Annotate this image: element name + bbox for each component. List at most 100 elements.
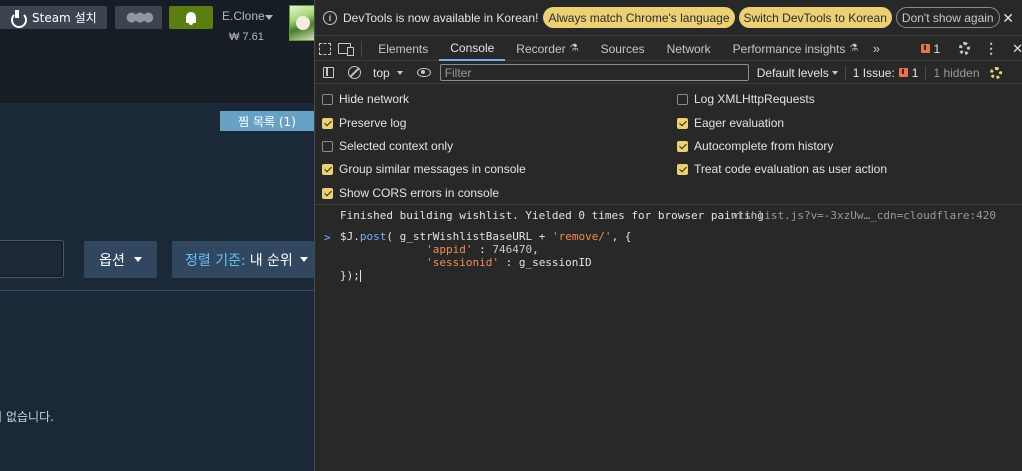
setting-label: Group similar messages in console: [339, 162, 526, 176]
tab-performance-insights[interactable]: Performance insights ⚗: [722, 37, 870, 61]
tab-label: Performance insights: [732, 41, 846, 56]
tab-elements[interactable]: Elements: [367, 37, 439, 61]
tab-recorder[interactable]: Recorder ⚗: [505, 37, 589, 61]
checkbox[interactable]: [322, 187, 333, 199]
setting-label: Treat code evaluation as user action: [694, 162, 888, 176]
checkbox[interactable]: [322, 140, 333, 152]
device-toggle-button[interactable]: [335, 37, 355, 61]
console-input[interactable]: $J.post( g_strWishlistBaseURL + 'remove/…: [340, 230, 631, 282]
code-token: ,: [532, 243, 539, 256]
infobar-message: DevTools is now available in Korean!: [343, 10, 539, 25]
setting-hide-network[interactable]: Hide network: [322, 92, 409, 106]
setting-label: Eager evaluation: [694, 116, 785, 130]
setting-show-cors-errors[interactable]: Show CORS errors in console: [322, 186, 499, 200]
options-label: 옵션: [99, 252, 125, 269]
inspect-button[interactable]: [315, 37, 335, 61]
install-steam-button[interactable]: Steam 설치: [0, 6, 107, 29]
setting-selected-context-only[interactable]: Selected context only: [322, 139, 453, 153]
tab-network[interactable]: Network: [656, 37, 722, 61]
setting-log-xmlhttprequests[interactable]: Log XMLHttpRequests: [677, 92, 815, 106]
code-token: 'remove/': [551, 230, 612, 243]
devtools-tabbar: Elements Console Recorder ⚗ Sources Netwo…: [315, 37, 1022, 61]
checkbox[interactable]: [322, 163, 333, 175]
issues-label: 1 Issue:: [852, 65, 895, 80]
empty-message: 아이템이 없습니다.: [0, 410, 54, 424]
tab-label: Sources: [600, 41, 645, 56]
default-levels-label: Default levels: [756, 65, 829, 80]
eye-icon[interactable]: [416, 68, 431, 77]
tab-label: Network: [666, 41, 711, 56]
issues-badge[interactable]: 1: [921, 42, 940, 56]
sort-button[interactable]: 정렬 기준: 내 순위: [172, 241, 314, 278]
checkbox[interactable]: [322, 93, 333, 105]
default-levels-select[interactable]: Default levels: [757, 66, 838, 80]
console-log-message: Finished building wishlist. Yielded 0 ti…: [340, 209, 764, 222]
account-name[interactable]: E.Clone: [222, 9, 265, 23]
tab-console[interactable]: Console: [439, 37, 506, 61]
prompt-arrow-icon: >: [324, 231, 331, 244]
console-settings: Hide network Log XMLHttpRequests Preserv…: [315, 85, 1022, 205]
setting-eager-evaluation[interactable]: Eager evaluation: [677, 116, 784, 130]
gear-icon[interactable]: [959, 42, 971, 55]
divider: [0, 290, 314, 291]
tab-label: Console: [450, 40, 495, 55]
flask-icon: ⚗: [849, 43, 859, 54]
device-toggle-icon: [338, 43, 355, 56]
issue-flag-icon: [921, 44, 931, 53]
clear-icon[interactable]: [348, 66, 361, 79]
checkbox[interactable]: [677, 140, 688, 152]
notifications-button[interactable]: [169, 6, 213, 29]
install-steam-label: Steam 설치: [32, 11, 97, 25]
avatar[interactable]: [289, 5, 314, 41]
kebab-icon[interactable]: ⋮: [984, 40, 998, 57]
checkbox[interactable]: [677, 163, 688, 175]
sidebar-icon[interactable]: [323, 67, 334, 78]
setting-label: Selected context only: [339, 139, 454, 153]
divider: [844, 65, 846, 80]
devtools-panel: i DevTools is now available in Korean! A…: [314, 0, 1022, 471]
checkbox[interactable]: [322, 117, 333, 129]
setting-label: Hide network: [339, 92, 410, 106]
tab-sources[interactable]: Sources: [590, 37, 656, 61]
setting-treat-as-user-action[interactable]: Treat code evaluation as user action: [677, 162, 887, 176]
close-icon[interactable]: ✕: [1012, 41, 1022, 57]
console-toolbar: top Default levels 1 Issue: 1 1 hidden: [315, 62, 1022, 84]
dont-show-again-button[interactable]: Don't show again: [895, 7, 1000, 28]
match-language-button[interactable]: Always match Chrome's language: [543, 7, 735, 28]
issues-link[interactable]: 1 Issue: 1: [853, 66, 919, 80]
filter-input[interactable]: [439, 64, 749, 81]
sort-value: 내 순위: [249, 252, 293, 269]
bell-icon: [186, 12, 196, 25]
console-log-source-link[interactable]: wishlist.js?v=-3xzUw…_cdn=cloudflare:420: [731, 209, 996, 222]
steam-header: Steam 설치 ●●● E.Clone ₩ 7.61: [0, 0, 314, 103]
console-output[interactable]: Finished building wishlist. Yielded 0 ti…: [315, 206, 1022, 471]
chevron-down-icon: [133, 257, 142, 262]
sort-label: 정렬 기준:: [185, 252, 246, 269]
download-icon: [9, 9, 27, 28]
setting-autocomplete-history[interactable]: Autocomplete from history: [677, 139, 833, 153]
divider: [360, 40, 362, 57]
context-select[interactable]: top: [373, 66, 403, 80]
more-tabs-button[interactable]: »: [869, 41, 883, 56]
code-token: :: [472, 243, 493, 256]
switch-language-button[interactable]: Switch DevTools to Korean: [738, 7, 892, 28]
setting-preserve-log[interactable]: Preserve log: [322, 116, 406, 130]
info-icon: i: [323, 10, 337, 25]
options-button[interactable]: 옵션: [84, 241, 157, 278]
wishlist-tab[interactable]: 찜 목록 (1): [220, 111, 314, 131]
gear-icon[interactable]: [989, 66, 1002, 79]
close-icon[interactable]: ✕: [1002, 10, 1014, 27]
checkbox[interactable]: [677, 93, 688, 105]
checkbox[interactable]: [677, 117, 688, 129]
code-token: 746470: [492, 243, 533, 256]
issues-num: 1: [911, 65, 919, 80]
search-input[interactable]: [0, 240, 64, 278]
inspect-icon: [318, 42, 331, 55]
wallet-balance: ₩ 7.61: [229, 31, 264, 43]
setting-group-similar[interactable]: Group similar messages in console: [322, 162, 526, 176]
friends-button[interactable]: ●●●: [115, 6, 162, 29]
chevron-down-icon[interactable]: [265, 15, 273, 20]
issue-flag-icon: [898, 68, 908, 77]
text-cursor: [359, 270, 361, 282]
language-infobar: i DevTools is now available in Korean! A…: [315, 0, 1022, 36]
